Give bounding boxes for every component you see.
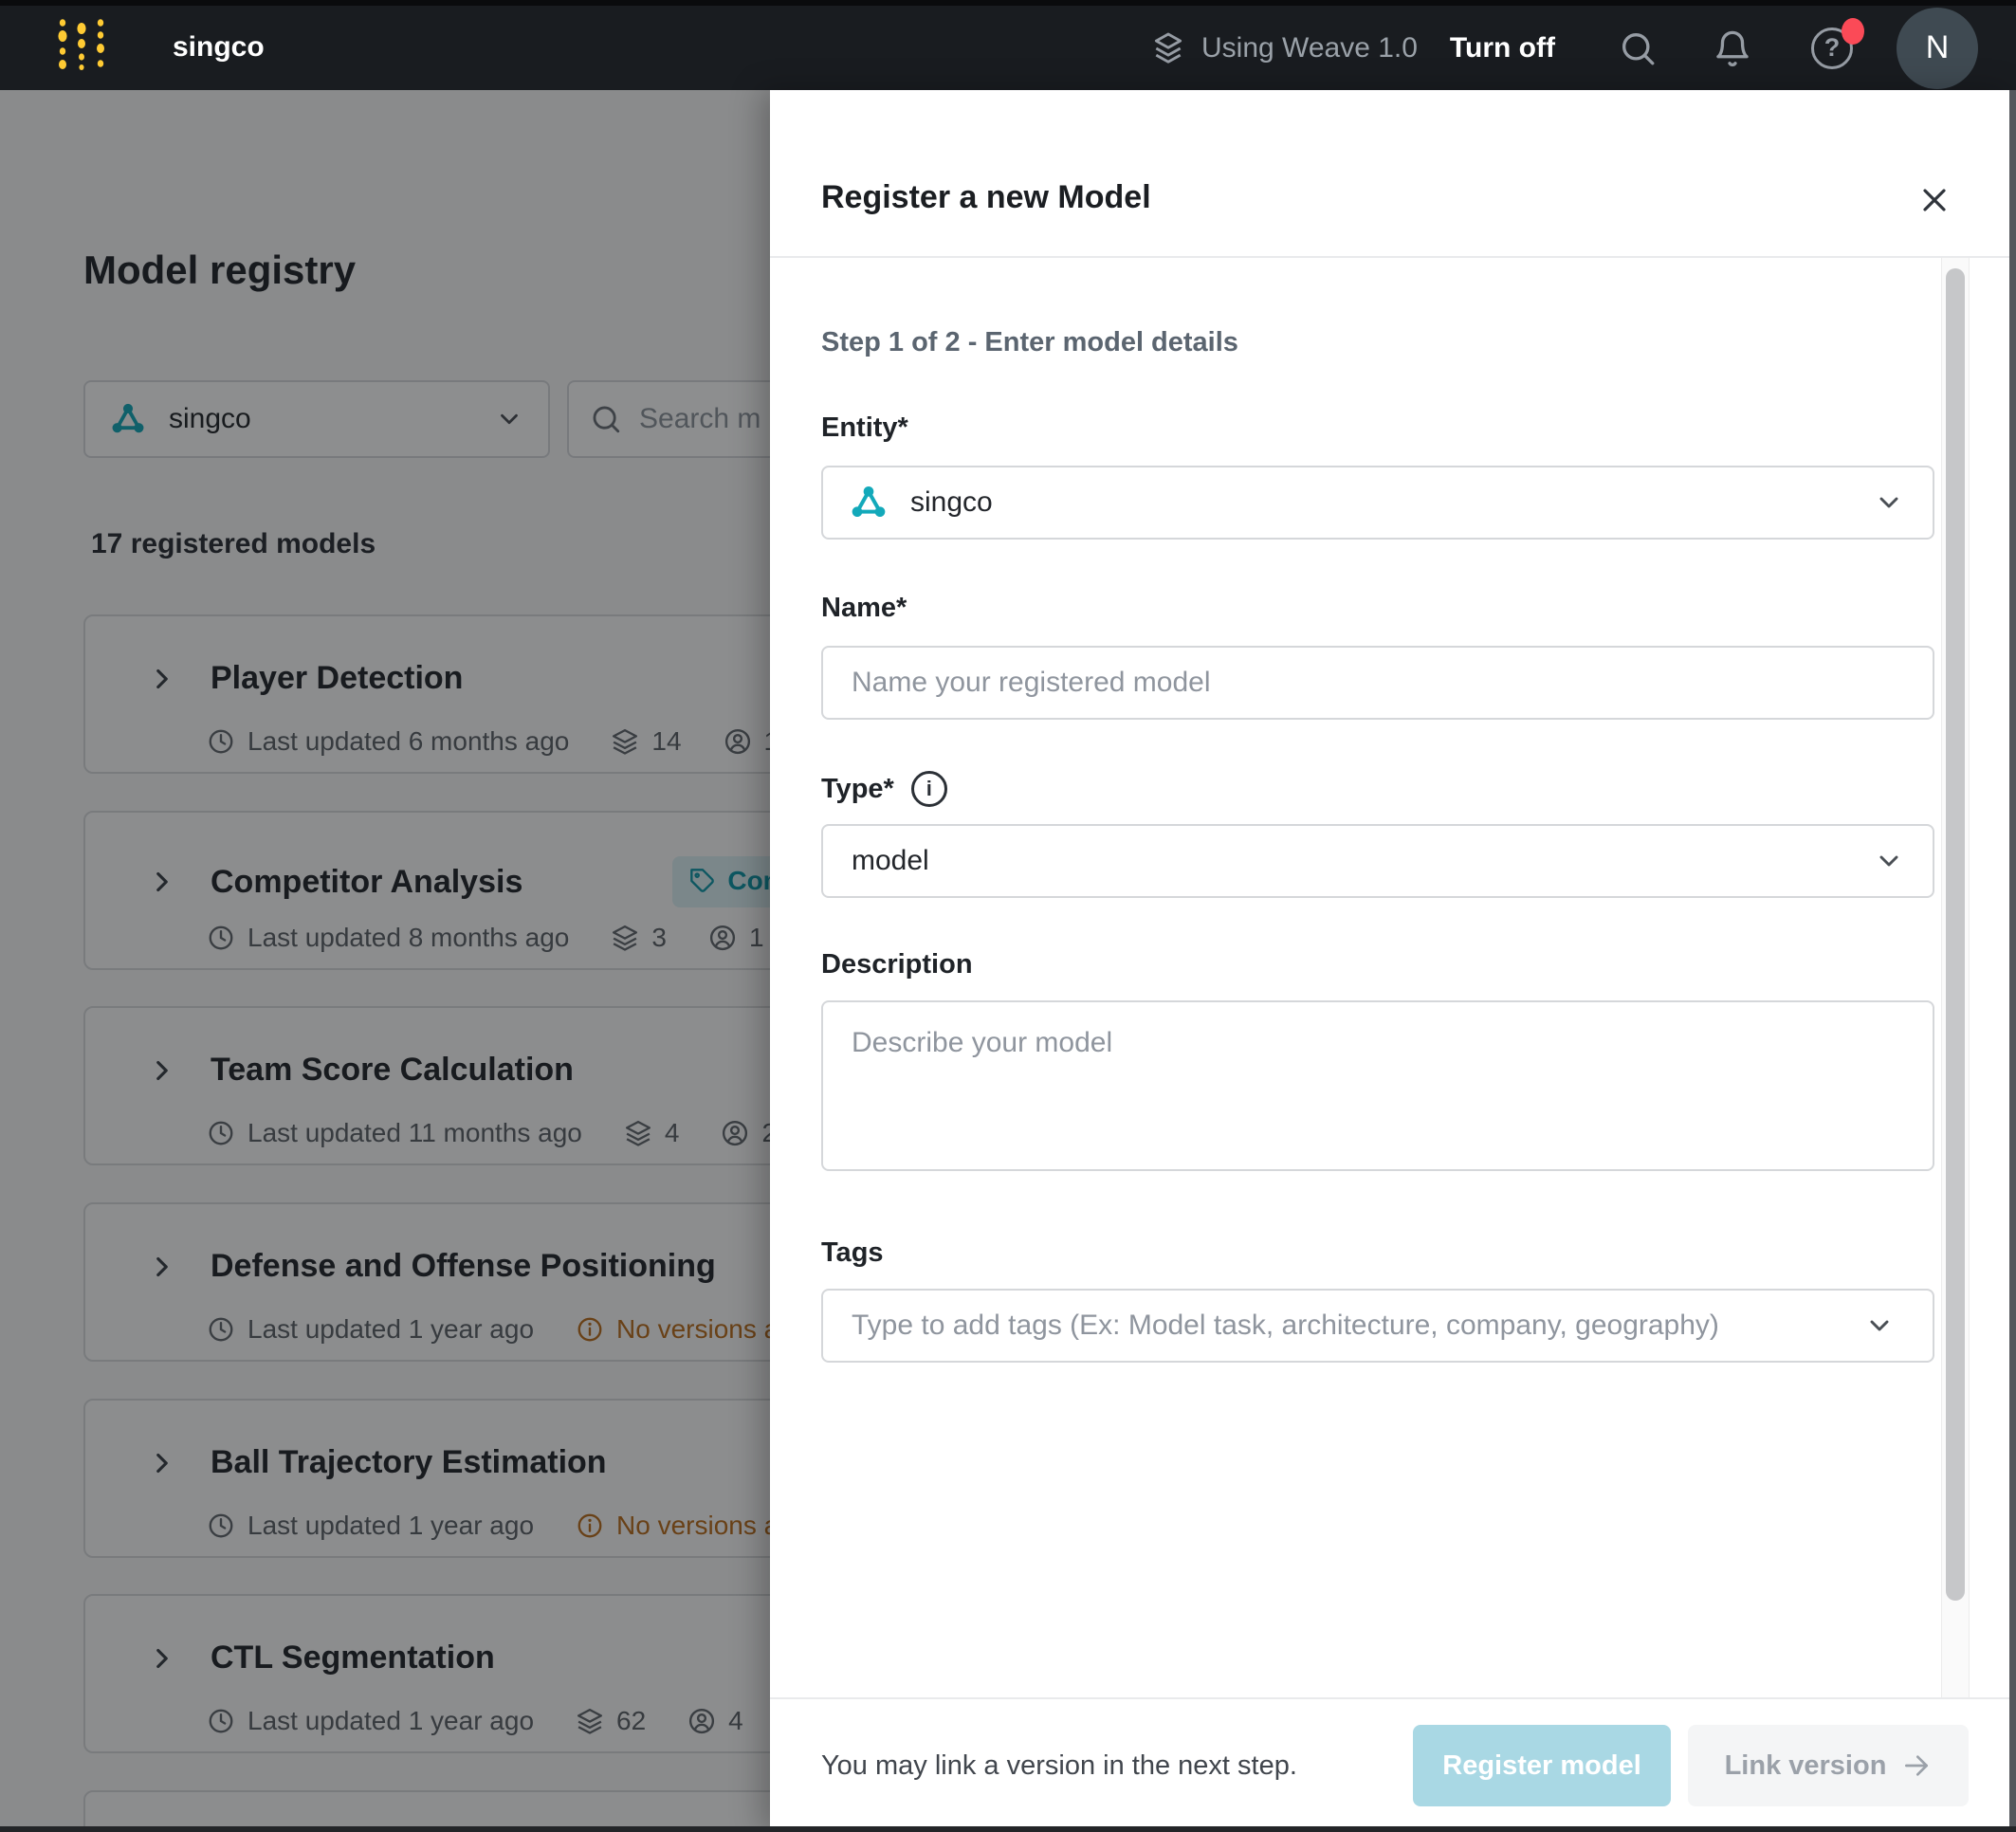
- app-window: Model registry singco 17 registered mode…: [0, 0, 2016, 1832]
- type-field-label: Type* i: [821, 771, 947, 807]
- name-input[interactable]: [823, 648, 1933, 718]
- tags-field: [821, 1289, 1934, 1363]
- type-select[interactable]: model: [821, 824, 1934, 898]
- step-indicator: Step 1 of 2 - Enter model details: [821, 327, 1238, 357]
- window-bottom-edge: [0, 1826, 2016, 1832]
- weave-status-label: Using Weave 1.0: [1201, 31, 1418, 64]
- register-model-dialog: Register a new Model Step 1 of 2 - Enter…: [770, 90, 2016, 1832]
- window-right-edge: [2009, 90, 2016, 1832]
- entity-field-label: Entity*: [821, 412, 908, 443]
- close-icon[interactable]: [1915, 181, 1953, 219]
- weave-turn-off-button[interactable]: Turn off: [1450, 32, 1555, 64]
- dialog-title: Register a new Model: [821, 179, 1151, 215]
- entity-select-value: singco: [910, 486, 993, 518]
- modal-backdrop[interactable]: [0, 90, 770, 1832]
- register-model-button[interactable]: Register model: [1413, 1725, 1671, 1806]
- footer-note: You may link a version in the next step.: [821, 1750, 1297, 1781]
- entity-select[interactable]: singco: [821, 466, 1934, 540]
- chevron-down-icon: [1874, 846, 1904, 876]
- name-field: [821, 646, 1934, 720]
- tags-input[interactable]: [823, 1291, 1933, 1361]
- notifications-bell-icon[interactable]: [1713, 28, 1752, 68]
- weave-layers-icon: [1150, 30, 1186, 66]
- type-select-value: model: [852, 845, 929, 876]
- app-brand-name[interactable]: singco: [173, 0, 265, 90]
- link-version-button[interactable]: Link version: [1688, 1725, 1969, 1806]
- search-icon[interactable]: [1618, 28, 1658, 68]
- arrow-right-icon: [1905, 1755, 1929, 1776]
- header-divider: [770, 256, 2016, 258]
- description-textarea[interactable]: [821, 1000, 1934, 1171]
- top-nav: singco Using Weave 1.0 Turn off ? N: [0, 0, 2016, 90]
- wandb-logo[interactable]: [55, 16, 116, 75]
- team-icon: [850, 484, 888, 522]
- modal-scrollbar-thumb[interactable]: [1946, 268, 1965, 1601]
- help-button[interactable]: ?: [1811, 17, 1864, 69]
- chevron-down-icon[interactable]: [1864, 1310, 1895, 1341]
- description-field-label: Description: [821, 949, 973, 980]
- name-field-label: Name*: [821, 593, 907, 623]
- chevron-down-icon: [1874, 487, 1904, 518]
- info-icon[interactable]: i: [910, 771, 947, 807]
- notification-badge: [1842, 17, 1864, 45]
- dialog-footer: You may link a version in the next step.…: [770, 1697, 2016, 1832]
- tags-field-label: Tags: [821, 1237, 884, 1268]
- avatar[interactable]: N: [1897, 7, 1978, 89]
